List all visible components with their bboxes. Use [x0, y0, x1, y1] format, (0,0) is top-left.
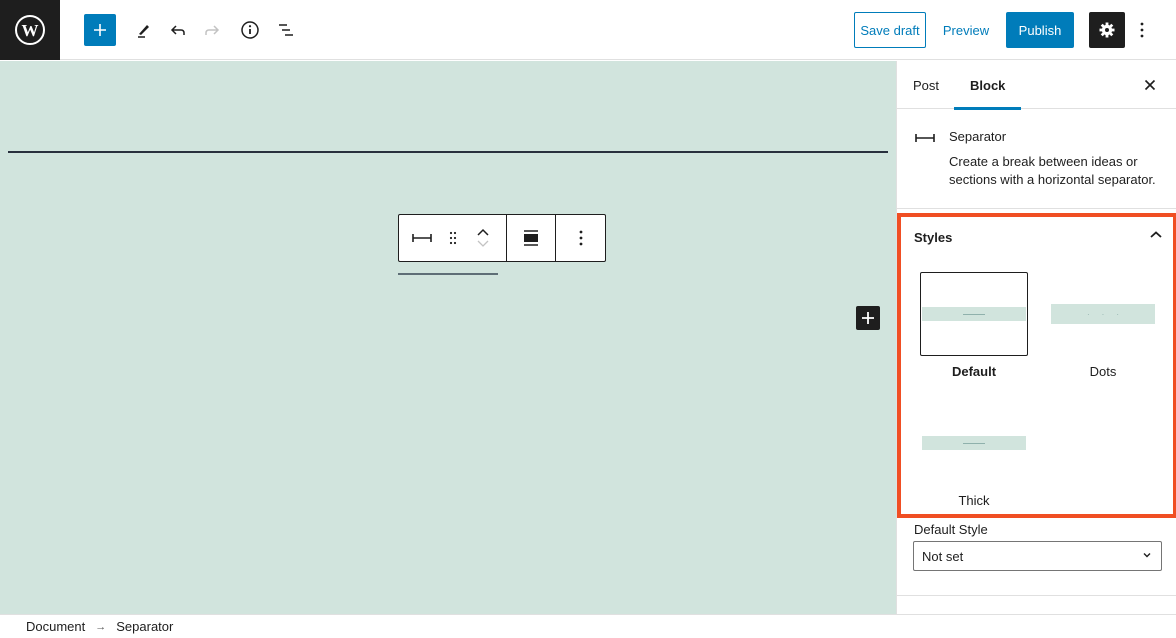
block-card-description: Create a break between ideas or sections…	[949, 154, 1156, 187]
default-style-select[interactable]: Not set	[913, 541, 1162, 571]
style-preview-default	[920, 272, 1028, 356]
preview-line	[963, 313, 985, 315]
drag-handle-icon	[449, 231, 456, 245]
preview-band	[922, 307, 1026, 321]
style-preview-dots: ···	[1049, 272, 1157, 356]
breadcrumb-separator: →	[95, 620, 107, 633]
styles-panel: Styles Default ··· Dots Thick	[897, 213, 1176, 518]
default-style-label: Default Style	[914, 522, 988, 537]
preview-band	[922, 436, 1026, 450]
details-button[interactable]	[236, 14, 264, 46]
options-button[interactable]	[1132, 14, 1152, 46]
block-toolbar-group-options	[556, 215, 605, 261]
default-style-value: Not set	[922, 548, 964, 564]
block-type-button[interactable]	[399, 215, 445, 261]
svg-text:W: W	[22, 21, 39, 40]
move-up-button[interactable]	[476, 228, 490, 236]
chevron-up-icon	[477, 228, 489, 236]
separator-icon	[411, 234, 432, 242]
plus-icon	[862, 312, 874, 324]
redo-button[interactable]	[198, 14, 226, 46]
style-label-default: Default	[951, 364, 997, 379]
separator-icon-wrapper	[914, 131, 936, 149]
tab-post[interactable]: Post	[897, 61, 955, 109]
align-wide-icon	[524, 230, 538, 246]
close-sidebar-button[interactable]	[1140, 75, 1160, 95]
wordpress-logo-button[interactable]: W	[0, 0, 60, 60]
block-toolbar-group-align	[507, 215, 556, 261]
info-icon	[241, 21, 259, 39]
settings-button[interactable]	[1089, 12, 1125, 48]
style-option-default[interactable]: Default	[920, 272, 1028, 379]
block-toolbar-group-block	[399, 215, 507, 261]
undo-button[interactable]	[164, 14, 192, 46]
separator-icon	[915, 134, 935, 142]
redo-icon	[205, 25, 220, 35]
drag-handle[interactable]	[445, 215, 461, 261]
editor-header: W Save draft Preview Publish	[0, 0, 1176, 60]
block-card-title: Separator	[949, 129, 1007, 144]
pencil-icon	[138, 25, 149, 38]
preview-line	[963, 442, 985, 444]
sidebar-tabs: Post Block	[897, 61, 1176, 110]
separator-block[interactable]	[8, 151, 888, 153]
block-options-button[interactable]	[556, 215, 605, 261]
add-block-inline-button[interactable]	[856, 306, 880, 330]
gear-icon	[1099, 22, 1115, 38]
add-block-button[interactable]	[84, 14, 116, 46]
preview-button[interactable]: Preview	[936, 12, 996, 48]
style-option-thick[interactable]: Thick	[920, 401, 1028, 508]
kebab-icon	[1140, 22, 1144, 38]
block-toolbar	[398, 214, 606, 262]
styles-panel-toggle[interactable]	[1149, 227, 1163, 245]
breadcrumb-separator-block[interactable]: Separator	[116, 619, 173, 634]
chevron-up-icon	[1150, 231, 1162, 238]
save-draft-button[interactable]: Save draft	[854, 12, 926, 48]
editor-canvas[interactable]	[0, 61, 896, 614]
preview-dots: ···	[1087, 309, 1131, 319]
divider	[897, 208, 1176, 209]
move-down-button[interactable]	[476, 240, 490, 248]
close-icon	[1144, 79, 1156, 91]
preview-band: ···	[1051, 304, 1155, 324]
list-view-button[interactable]	[272, 14, 300, 46]
divider	[897, 595, 1176, 596]
tab-block[interactable]: Block	[954, 61, 1022, 110]
plus-icon	[94, 24, 106, 36]
style-preview-thick	[920, 401, 1028, 485]
block-breadcrumb: Document → Separator	[0, 614, 1176, 638]
list-view-icon	[279, 24, 293, 36]
chevron-down-icon	[1143, 553, 1151, 558]
style-label-dots: Dots	[1089, 364, 1117, 379]
styles-panel-title: Styles	[914, 230, 953, 245]
publish-button[interactable]: Publish	[1006, 12, 1074, 48]
wordpress-logo-icon: W	[15, 15, 45, 45]
selected-separator-block[interactable]	[398, 273, 498, 275]
undo-icon	[170, 25, 185, 35]
chevron-down-icon	[477, 240, 489, 247]
tools-button[interactable]	[130, 14, 158, 46]
settings-sidebar: Post Block Separator Create a break betw…	[896, 61, 1176, 614]
kebab-icon	[579, 230, 582, 246]
style-option-dots[interactable]: ··· Dots	[1049, 272, 1157, 379]
style-label-thick: Thick	[958, 493, 990, 508]
breadcrumb-document[interactable]: Document	[26, 619, 85, 634]
align-button[interactable]	[507, 215, 555, 261]
